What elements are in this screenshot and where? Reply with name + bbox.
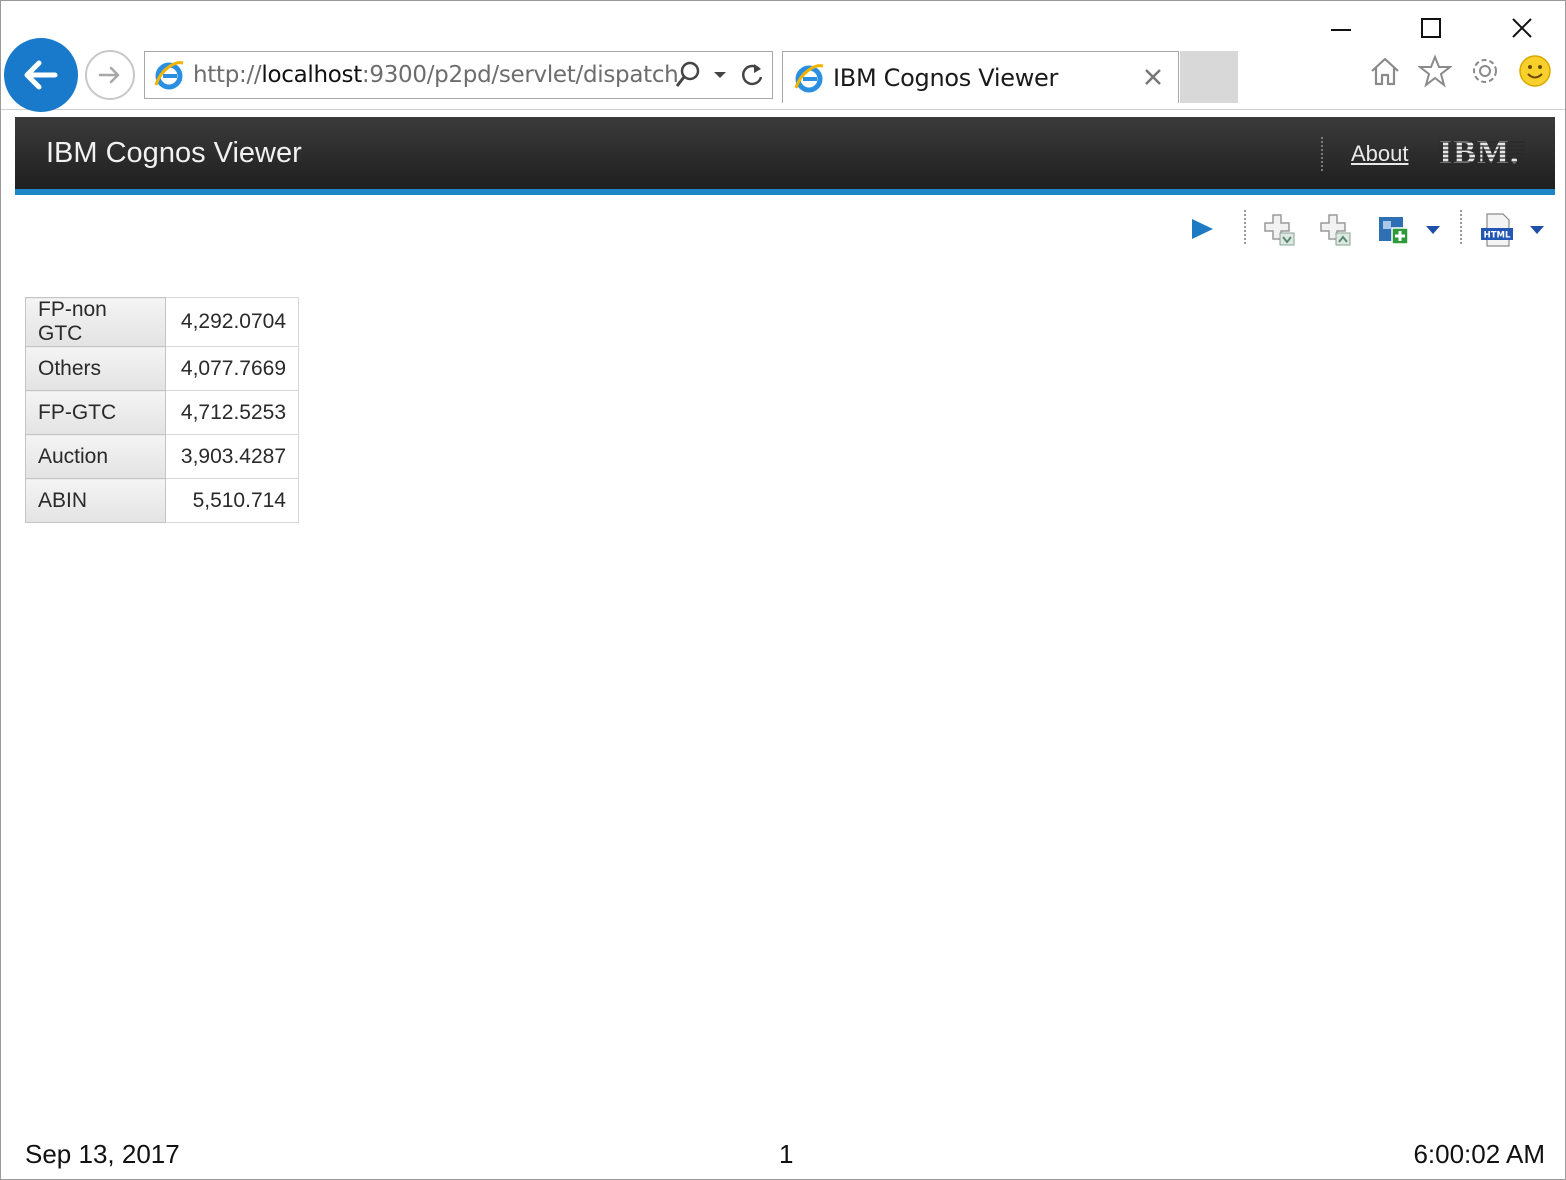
svg-text:HTML: HTML xyxy=(1484,231,1511,241)
smiley-icon xyxy=(1519,55,1551,87)
html-output-dropdown[interactable] xyxy=(1527,220,1547,240)
run-button[interactable] xyxy=(1187,214,1217,244)
viewer-toolbar: HTML xyxy=(1,206,1565,252)
home-button[interactable] xyxy=(1367,53,1403,89)
footer-time: 6:00:02 AM xyxy=(1413,1139,1545,1169)
refresh-icon[interactable] xyxy=(738,60,766,90)
toolbar-separator xyxy=(1244,210,1246,244)
minimize-icon xyxy=(1331,29,1351,31)
address-bar[interactable]: http://localhost:9300/p2pd/servlet/dispa… xyxy=(144,51,773,99)
ibm-logo-text: IBM. xyxy=(1439,134,1520,171)
table-row: Auction 3,903.4287 xyxy=(25,434,299,479)
home-icon xyxy=(1371,57,1399,86)
table-row: FP-GTC 4,712.5253 xyxy=(25,390,299,435)
add-to-report-button[interactable] xyxy=(1377,212,1411,248)
url-host: localhost xyxy=(261,62,362,88)
add-to-report-icon xyxy=(1379,217,1409,245)
html-output-button[interactable]: HTML xyxy=(1478,212,1516,248)
row-label[interactable]: FP-non GTC xyxy=(25,297,166,347)
report-footer: Sep 13, 2017 1 6:00:02 AM xyxy=(1,1137,1565,1173)
page-title: IBM Cognos Viewer xyxy=(46,137,302,169)
maximize-icon xyxy=(1421,18,1441,38)
back-arrow-icon xyxy=(24,60,58,90)
close-window-button[interactable] xyxy=(1500,11,1544,45)
chevron-down-icon xyxy=(1530,226,1544,234)
star-icon xyxy=(1418,54,1452,88)
settings-button[interactable] xyxy=(1467,53,1503,89)
url-path: :9300/p2pd/servlet/dispatch xyxy=(361,62,679,88)
footer-date: Sep 13, 2017 xyxy=(25,1139,180,1169)
add-to-report-dropdown[interactable] xyxy=(1423,220,1443,240)
maximize-button[interactable] xyxy=(1409,11,1453,45)
table-row: ABIN 5,510.714 xyxy=(25,478,299,523)
browser-tab[interactable]: IBM Cognos Viewer xyxy=(782,51,1179,103)
run-icon xyxy=(1192,219,1213,239)
favorites-button[interactable] xyxy=(1417,53,1453,89)
close-icon xyxy=(1145,69,1161,85)
footer-page-number: 1 xyxy=(779,1139,794,1169)
drill-down-icon xyxy=(1264,214,1295,246)
browser-window: http://localhost:9300/p2pd/servlet/dispa… xyxy=(0,0,1566,1180)
search-icon[interactable] xyxy=(674,60,702,90)
drill-up-icon xyxy=(1320,214,1351,246)
internet-explorer-icon xyxy=(794,63,824,92)
row-label[interactable]: Others xyxy=(25,346,166,391)
minimize-button[interactable] xyxy=(1319,11,1363,45)
row-label[interactable]: ABIN xyxy=(25,478,166,523)
header-divider xyxy=(1321,137,1323,171)
feedback-button[interactable] xyxy=(1517,53,1553,89)
table-row: Others 4,077.7669 xyxy=(25,346,299,391)
about-link[interactable]: About xyxy=(1351,141,1409,167)
internet-explorer-icon xyxy=(154,61,184,90)
row-value[interactable]: 3,903.4287 xyxy=(165,434,299,479)
row-value[interactable]: 5,510.714 xyxy=(165,478,299,523)
tab-title: IBM Cognos Viewer xyxy=(833,63,1059,92)
new-tab-button[interactable] xyxy=(1180,51,1238,103)
row-label[interactable]: Auction xyxy=(25,434,166,479)
browser-toolbar-right xyxy=(1367,53,1553,89)
drill-up-button[interactable] xyxy=(1319,212,1353,248)
chevron-down-icon xyxy=(1426,226,1440,234)
forward-button[interactable] xyxy=(85,50,135,100)
back-button[interactable] xyxy=(4,38,78,112)
chevron-down-icon[interactable] xyxy=(712,60,728,90)
close-tab-button[interactable] xyxy=(1140,64,1166,90)
forward-arrow-icon xyxy=(98,66,120,84)
toolbar-separator xyxy=(1460,210,1462,244)
gear-icon xyxy=(1473,59,1497,83)
report-crosstab: FP-non GTC 4,292.0704 Others 4,077.7669 … xyxy=(25,297,299,523)
ibm-logo: IBM. xyxy=(1439,134,1525,171)
row-value[interactable]: 4,077.7669 xyxy=(165,346,299,391)
browser-chrome: http://localhost:9300/p2pd/servlet/dispa… xyxy=(1,1,1565,112)
url-prefix: http:// xyxy=(193,62,262,88)
drill-down-button[interactable] xyxy=(1263,212,1297,248)
close-icon xyxy=(1512,18,1532,38)
cognos-header: IBM Cognos Viewer About IBM. xyxy=(15,117,1555,195)
url-text[interactable]: http://localhost:9300/p2pd/servlet/dispa… xyxy=(193,62,679,88)
table-row: FP-non GTC 4,292.0704 xyxy=(25,297,299,347)
row-value[interactable]: 4,712.5253 xyxy=(165,390,299,435)
row-label[interactable]: FP-GTC xyxy=(25,390,166,435)
html-output-icon: HTML xyxy=(1481,213,1513,247)
address-actions xyxy=(674,60,766,90)
row-value[interactable]: 4,292.0704 xyxy=(165,297,299,347)
